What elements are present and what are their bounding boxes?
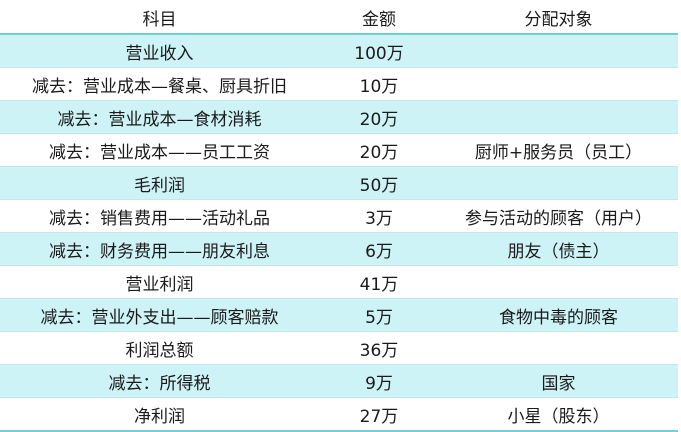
table-row: 减去：营业成本——员工工资 20万 厨师+服务员（员工） [0,133,678,167]
cell-recipient: 厨师+服务员（员工） [439,133,678,167]
cell-amount: 41万 [319,265,439,299]
cell-subject: 减去：营业成本——员工工资 [0,133,319,167]
cell-amount: 5万 [319,298,439,332]
table-row: 营业利润 41万 [0,265,678,299]
cell-amount: 6万 [319,232,439,266]
cell-recipient [439,166,678,200]
table-row: 减去：营业外支出——顾客赔款 5万 食物中毒的顾客 [0,298,678,332]
cell-amount: 20万 [319,133,439,167]
cell-subject: 减去：营业外支出——顾客赔款 [0,298,319,332]
table-row: 毛利润 50万 [0,166,678,200]
header-amount: 金额 [319,2,439,35]
cell-subject: 营业收入 [0,34,319,68]
profit-distribution-table: 科目 金额 分配对象 营业收入 100万 减去：营业成本—餐桌、厨具折旧 10万… [0,2,678,432]
cell-subject: 减去：所得税 [0,364,319,398]
cell-amount: 20万 [319,100,439,134]
cell-amount: 10万 [319,67,439,101]
cell-recipient: 朋友（债主） [439,232,678,266]
table-row: 利润总额 36万 [0,331,678,365]
table-header-row: 科目 金额 分配对象 [0,2,678,35]
cell-amount: 3万 [319,199,439,233]
cell-recipient [439,265,678,299]
cell-recipient: 食物中毒的顾客 [439,298,678,332]
cell-amount: 9万 [319,364,439,398]
cell-amount: 100万 [319,34,439,68]
cell-recipient [439,67,678,101]
cell-recipient [439,34,678,68]
header-subject: 科目 [0,2,319,35]
cell-recipient [439,100,678,134]
cell-subject: 减去：营业成本—餐桌、厨具折旧 [0,67,319,101]
cell-recipient: 国家 [439,364,678,398]
cell-subject: 减去：财务费用——朋友利息 [0,232,319,266]
cell-subject: 利润总额 [0,331,319,365]
cell-subject: 减去：营业成本—食材消耗 [0,100,319,134]
cell-amount: 50万 [319,166,439,200]
table-row: 减去：销售费用——活动礼品 3万 参与活动的顾客（用户） [0,199,678,233]
table-row: 营业收入 100万 [0,34,678,68]
table-row: 减去：营业成本—食材消耗 20万 [0,100,678,134]
cell-amount: 36万 [319,331,439,365]
table-row: 减去：营业成本—餐桌、厨具折旧 10万 [0,67,678,101]
table-row: 减去：财务费用——朋友利息 6万 朋友（债主） [0,232,678,266]
cell-subject: 减去：销售费用——活动礼品 [0,199,319,233]
cell-recipient: 参与活动的顾客（用户） [439,199,678,233]
header-recipient: 分配对象 [439,2,678,35]
cell-subject: 营业利润 [0,265,319,299]
table-row: 减去：所得税 9万 国家 [0,364,678,398]
cell-subject: 毛利润 [0,166,319,200]
cell-recipient [439,331,678,365]
